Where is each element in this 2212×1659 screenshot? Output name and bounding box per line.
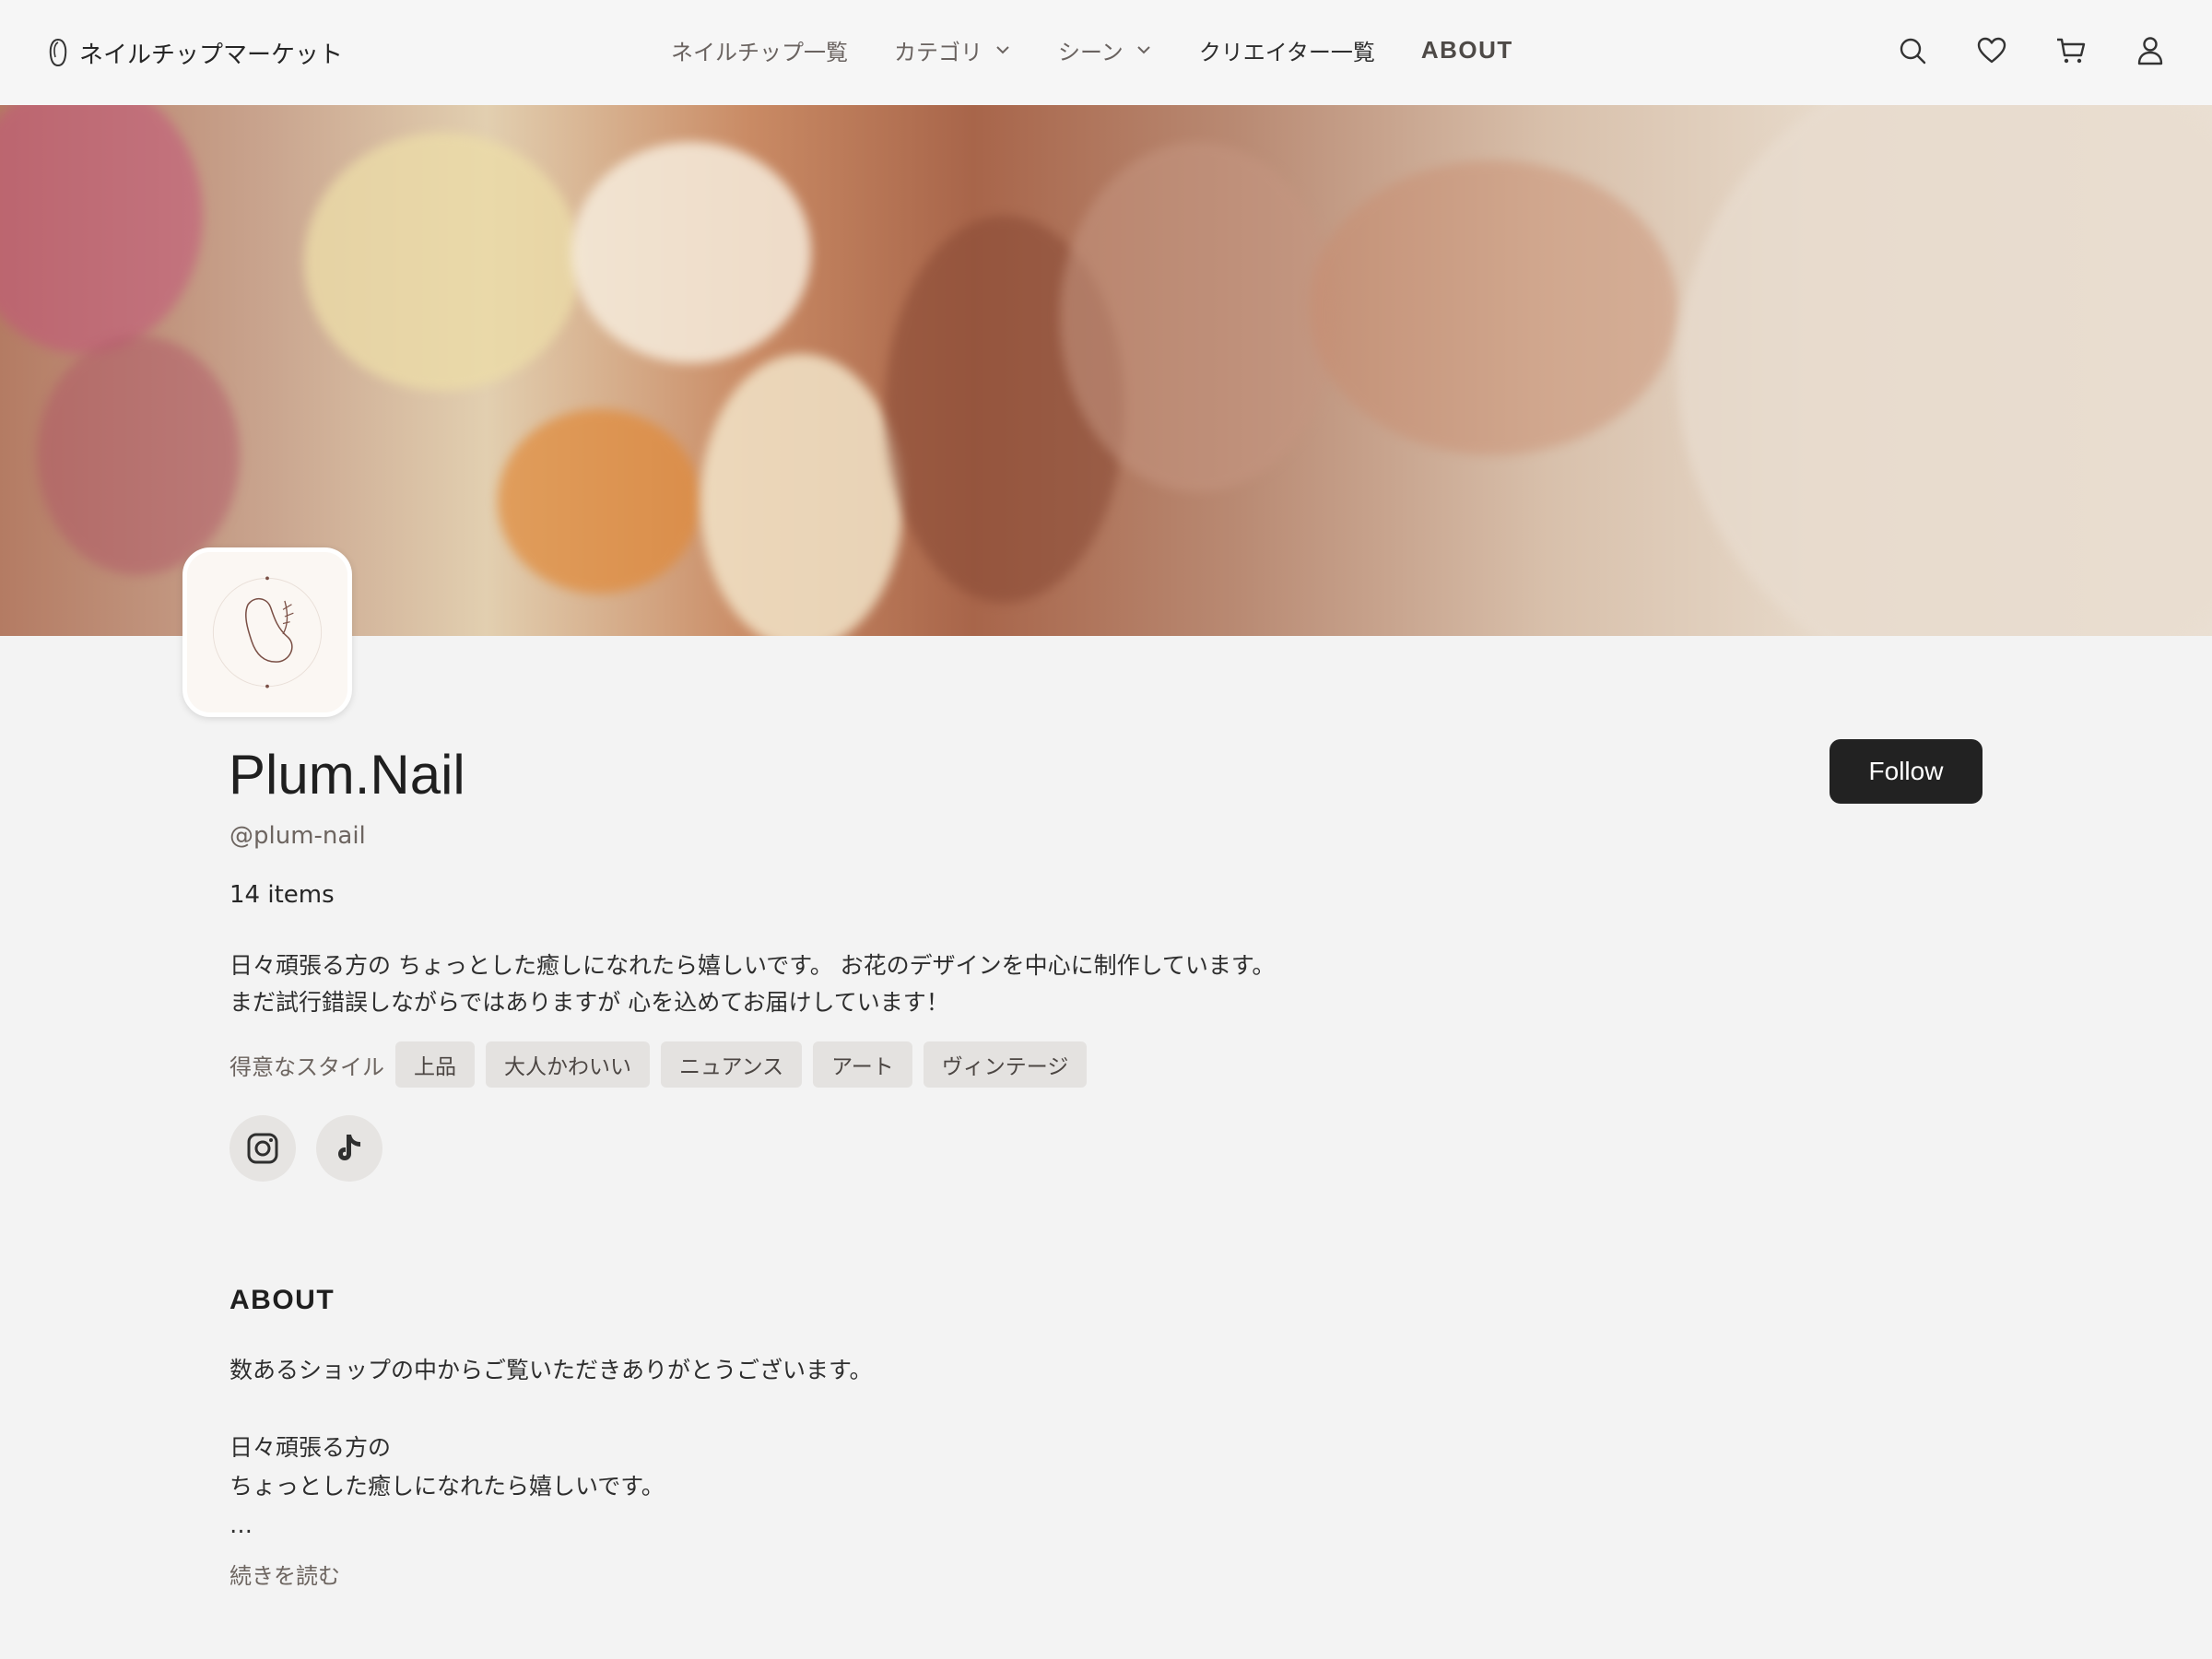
header-actions <box>1897 0 2166 101</box>
nav-scene[interactable]: シーン <box>1058 34 1153 66</box>
style-tag[interactable]: 大人かわいい <box>486 1041 650 1088</box>
style-tag[interactable]: 上品 <box>395 1041 475 1088</box>
about-heading: ABOUT <box>229 1285 335 1315</box>
style-tags: 得意なスタイル 上品 大人かわいい ニュアンス アート ヴィンテージ <box>229 1041 1088 1088</box>
social-links <box>229 1115 382 1182</box>
brand-name: ネイルチップマーケット <box>79 41 344 69</box>
search-icon[interactable] <box>1897 35 1928 66</box>
cart-icon[interactable] <box>2055 35 2087 66</box>
profile-bio: 日々頑張る方の ちょっとした癒しになれたら嬉しいです。 お花のデザインを中心に制… <box>229 952 1276 1016</box>
avatar[interactable] <box>182 547 352 717</box>
nav-creators[interactable]: クリエイター一覧 <box>1199 34 1375 66</box>
nav-nailtip-list[interactable]: ネイルチップ一覧 <box>671 34 848 66</box>
plum-nail-logo-icon <box>187 552 347 712</box>
profile-name: Plum.Nail <box>229 744 465 806</box>
heart-icon[interactable] <box>1976 35 2007 66</box>
user-icon[interactable] <box>2135 35 2166 66</box>
nav-category[interactable]: カテゴリ <box>894 34 1012 66</box>
style-tag[interactable]: アート <box>813 1041 912 1088</box>
item-count: 14 items <box>229 881 335 909</box>
instagram-icon[interactable] <box>229 1115 296 1182</box>
brand-logo[interactable]: ネイルチップマーケット <box>46 0 343 105</box>
site-header: ネイルチップマーケット ネイルチップ一覧 カテゴリ シーン クリエイター一覧 A… <box>0 0 2212 105</box>
chevron-down-icon <box>1137 46 1150 54</box>
chevron-down-icon <box>996 46 1009 54</box>
main-nav: ネイルチップ一覧 カテゴリ シーン クリエイター一覧 ABOUT <box>671 0 1513 100</box>
style-tag[interactable]: ニュアンス <box>661 1041 803 1088</box>
profile-handle: @plum-nail <box>229 822 366 850</box>
tiktok-icon[interactable] <box>316 1115 382 1182</box>
style-tags-label: 得意なスタイル <box>229 1053 384 1080</box>
about-text: 数あるショップの中からご覧いただきありがとうございます。 日々頑張る方の ちょっ… <box>229 1357 873 1538</box>
follow-button[interactable]: Follow <box>1830 739 1983 804</box>
read-more-link[interactable]: 続きを読む <box>229 1558 340 1590</box>
style-tag[interactable]: ヴィンテージ <box>923 1041 1088 1088</box>
nail-logo-icon <box>49 38 67 67</box>
nav-about[interactable]: ABOUT <box>1421 36 1513 65</box>
